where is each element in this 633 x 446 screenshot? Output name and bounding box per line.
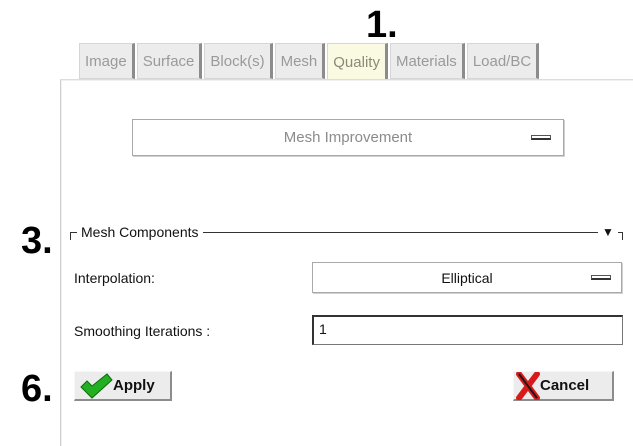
option-menu-indicator-icon (591, 274, 611, 280)
mode-select-value: Mesh Improvement (283, 129, 413, 146)
tab-materials[interactable]: Materials (389, 43, 465, 79)
smoothing-iterations-label: Smoothing Iterations : (74, 323, 211, 339)
tab-blocks[interactable]: Block(s) (204, 43, 273, 79)
cancel-x-icon (516, 371, 540, 400)
tab-load-bc[interactable]: Load/BC (466, 43, 540, 79)
apply-button-label: Apply (113, 377, 155, 394)
mesh-components-header[interactable]: Mesh Components (77, 224, 203, 240)
cancel-button-label: Cancel (540, 377, 590, 394)
tab-surface[interactable]: Surface (136, 43, 203, 79)
smoothing-iterations-input[interactable]: 1 (312, 315, 623, 345)
section-right-tick (622, 232, 623, 240)
interpolation-select-value: Elliptical (441, 269, 493, 286)
cancel-button[interactable]: Cancel (513, 371, 614, 401)
collapse-triangle-icon[interactable]: ▼ (598, 225, 618, 239)
mode-select[interactable]: Mesh Improvement (132, 119, 564, 156)
tab-mesh[interactable]: Mesh (274, 43, 326, 79)
callout-1: 1. (366, 4, 398, 46)
tab-image[interactable]: Image (79, 43, 135, 79)
checkmark-icon (80, 372, 113, 399)
apply-button[interactable]: Apply (74, 371, 172, 401)
callout-3: 3. (21, 220, 53, 262)
callout-6: 6. (21, 368, 53, 410)
tab-quality[interactable]: Quality (327, 43, 388, 81)
interpolation-label: Interpolation: (74, 270, 155, 286)
option-menu-indicator-icon (531, 134, 551, 140)
interpolation-select[interactable]: Elliptical (312, 262, 622, 293)
section-left-tick (70, 232, 71, 240)
tab-strip: Image Surface Block(s) Mesh Quality Mate… (79, 43, 541, 81)
